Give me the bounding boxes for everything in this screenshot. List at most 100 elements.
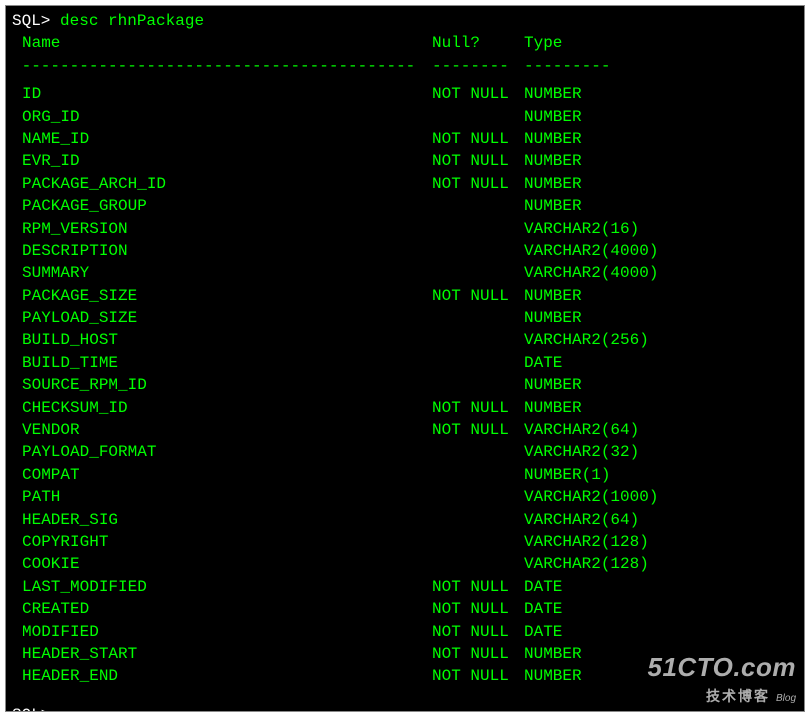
cell-type: VARCHAR2(128) [524, 553, 798, 575]
watermark: 51CTO.com 技术博客 Blog [647, 649, 796, 708]
watermark-main: 51CTO.com [647, 649, 796, 685]
cell-name: MODIFIED [12, 621, 432, 643]
cell-type: NUMBER [524, 106, 798, 128]
cell-null [432, 195, 524, 217]
cell-null [432, 352, 524, 374]
cell-type: NUMBER [524, 195, 798, 217]
sql-prompt: SQL> [12, 12, 50, 30]
table-rows: IDNOT NULLNUMBERORG_IDNUMBERNAME_IDNOT N… [12, 83, 798, 688]
cell-null [432, 464, 524, 486]
cell-null [432, 262, 524, 284]
table-row: PACKAGE_SIZENOT NULLNUMBER [12, 285, 798, 307]
cell-name: COPYRIGHT [12, 531, 432, 553]
table-row: SOURCE_RPM_IDNUMBER [12, 374, 798, 396]
header-type: Type [524, 32, 798, 54]
header-null: Null? [432, 32, 524, 54]
cell-name: ORG_ID [12, 106, 432, 128]
table-row: PACKAGE_ARCH_IDNOT NULLNUMBER [12, 173, 798, 195]
cell-null [432, 329, 524, 351]
cell-null [432, 106, 524, 128]
cell-null: NOT NULL [432, 643, 524, 665]
cell-null [432, 531, 524, 553]
table-row: PAYLOAD_FORMATVARCHAR2(32) [12, 441, 798, 463]
cell-name: BUILD_TIME [12, 352, 432, 374]
cell-type: NUMBER [524, 83, 798, 105]
cell-name: CREATED [12, 598, 432, 620]
table-row: PACKAGE_GROUP NUMBER [12, 195, 798, 217]
table-row: COMPAT NUMBER(1) [12, 464, 798, 486]
sql-prompt-footer: SQL> [12, 706, 50, 712]
cell-name: PAYLOAD_FORMAT [12, 441, 432, 463]
cell-type: DATE [524, 621, 798, 643]
column-headers: Name Null? Type [12, 32, 798, 54]
table-row: CREATEDNOT NULLDATE [12, 598, 798, 620]
watermark-tag: Blog [776, 693, 796, 704]
cell-null: NOT NULL [432, 397, 524, 419]
cell-type: NUMBER [524, 397, 798, 419]
cell-name: HEADER_START [12, 643, 432, 665]
table-row: NAME_IDNOT NULLNUMBER [12, 128, 798, 150]
cell-null: NOT NULL [432, 128, 524, 150]
cell-type: NUMBER [524, 150, 798, 172]
cell-type: VARCHAR2(64) [524, 509, 798, 531]
cell-null: NOT NULL [432, 173, 524, 195]
cell-null: NOT NULL [432, 419, 524, 441]
cell-name: COMPAT [12, 464, 432, 486]
table-row: LAST_MODIFIEDNOT NULLDATE [12, 576, 798, 598]
table-row: COOKIE VARCHAR2(128) [12, 553, 798, 575]
table-row: PATHVARCHAR2(1000) [12, 486, 798, 508]
cell-type: NUMBER [524, 374, 798, 396]
table-row: IDNOT NULLNUMBER [12, 83, 798, 105]
cell-name: RPM_VERSION [12, 218, 432, 240]
cell-null [432, 218, 524, 240]
header-name: Name [22, 34, 60, 52]
table-row: SUMMARY VARCHAR2(4000) [12, 262, 798, 284]
cell-name: HEADER_SIG [12, 509, 432, 531]
command-text: desc rhnPackage [60, 12, 204, 30]
cell-null: NOT NULL [432, 83, 524, 105]
cell-null [432, 509, 524, 531]
table-row: BUILD_HOSTVARCHAR2(256) [12, 329, 798, 351]
cell-name: PACKAGE_GROUP [12, 195, 432, 217]
cell-name: COOKIE [12, 553, 432, 575]
table-row: COPYRIGHTVARCHAR2(128) [12, 531, 798, 553]
watermark-sub: 技术博客 [706, 688, 770, 704]
cell-name: BUILD_HOST [12, 329, 432, 351]
cell-name: SUMMARY [12, 262, 432, 284]
command-line: SQL> desc rhnPackage [12, 10, 798, 32]
divider-type: --------- [524, 55, 798, 77]
cell-type: DATE [524, 352, 798, 374]
cell-null: NOT NULL [432, 576, 524, 598]
cell-type: DATE [524, 598, 798, 620]
cell-type: DATE [524, 576, 798, 598]
table-row: MODIFIEDNOT NULLDATE [12, 621, 798, 643]
cell-name: EVR_ID [12, 150, 432, 172]
cell-null: NOT NULL [432, 285, 524, 307]
table-row: VENDORNOT NULLVARCHAR2(64) [12, 419, 798, 441]
cell-type: VARCHAR2(1000) [524, 486, 798, 508]
divider-null: -------- [432, 55, 524, 77]
cell-type: VARCHAR2(16) [524, 218, 798, 240]
divider-line: ----------------------------------------… [12, 55, 798, 77]
table-row: RPM_VERSION VARCHAR2(16) [12, 218, 798, 240]
cell-type: NUMBER [524, 173, 798, 195]
cell-null: NOT NULL [432, 598, 524, 620]
cell-null: NOT NULL [432, 621, 524, 643]
sql-terminal[interactable]: SQL> desc rhnPackage Name Null? Type ---… [5, 5, 805, 712]
cell-type: VARCHAR2(4000) [524, 240, 798, 262]
table-row: CHECKSUM_IDNOT NULLNUMBER [12, 397, 798, 419]
cell-name: PAYLOAD_SIZE [12, 307, 432, 329]
cell-type: VARCHAR2(4000) [524, 262, 798, 284]
table-row: ORG_ID NUMBER [12, 106, 798, 128]
table-row: EVR_IDNOT NULLNUMBER [12, 150, 798, 172]
table-row: HEADER_SIG VARCHAR2(64) [12, 509, 798, 531]
cell-type: NUMBER [524, 307, 798, 329]
cell-name: LAST_MODIFIED [12, 576, 432, 598]
table-row: PAYLOAD_SIZE NUMBER [12, 307, 798, 329]
cell-name: PACKAGE_ARCH_ID [12, 173, 432, 195]
table-row: BUILD_TIME DATE [12, 352, 798, 374]
cell-name: PACKAGE_SIZE [12, 285, 432, 307]
cell-type: NUMBER(1) [524, 464, 798, 486]
cell-name: ID [12, 83, 432, 105]
divider-name: ----------------------------------------… [12, 55, 432, 77]
